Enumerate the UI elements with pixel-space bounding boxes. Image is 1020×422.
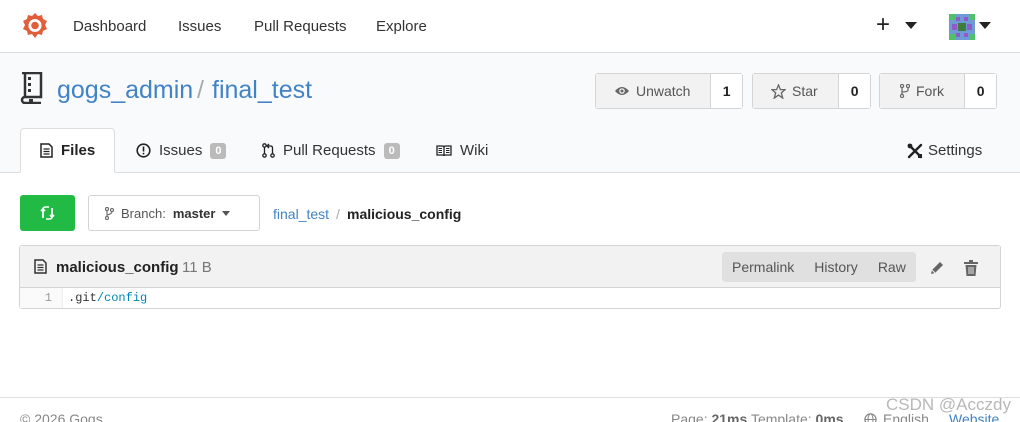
tab-issues[interactable]: Issues 0 xyxy=(136,128,227,173)
tab-pull-requests-label: Pull Requests xyxy=(283,142,376,159)
git-branch-icon xyxy=(105,206,114,220)
code-text: .git xyxy=(68,291,97,305)
tab-settings[interactable]: Settings xyxy=(907,128,982,173)
template-label: Template: xyxy=(750,411,812,422)
create-dropdown-chevron-down-icon[interactable] xyxy=(905,22,917,29)
nav-issues[interactable]: Issues xyxy=(178,18,221,35)
star-count[interactable]: 0 xyxy=(838,74,870,108)
eye-icon xyxy=(615,87,629,95)
render-time: Page: 21ms Template: 0ms xyxy=(671,411,844,422)
raw-button[interactable]: Raw xyxy=(868,252,916,282)
tab-settings-label: Settings xyxy=(928,142,983,159)
fork-label: Fork xyxy=(916,83,944,99)
nav-dashboard[interactable]: Dashboard xyxy=(73,18,146,35)
user-avatar[interactable] xyxy=(949,14,975,40)
code-highlight-text: /config xyxy=(96,291,148,305)
star-icon xyxy=(771,83,786,99)
file-name: malicious_config xyxy=(56,259,179,276)
tab-pull-requests[interactable]: Pull Requests 0 xyxy=(262,128,400,173)
pull-request-icon xyxy=(262,143,275,158)
branch-chevron-down-icon xyxy=(222,210,231,216)
compare-sync-icon xyxy=(40,206,55,220)
footer: © 2026 Gogs Page: 21ms Template: 0ms Eng… xyxy=(0,397,1020,422)
tab-wiki[interactable]: Wiki xyxy=(436,128,488,173)
history-button[interactable]: History xyxy=(804,252,868,282)
nav-pull-requests[interactable]: Pull Requests xyxy=(254,18,347,35)
breadcrumb-repo-link[interactable]: final_test xyxy=(273,206,329,222)
code-line: .git/config xyxy=(68,288,147,308)
copyright: © 2026 Gogs xyxy=(20,411,103,422)
file-viewer: malicious_config 11 B Permalink History … xyxy=(19,245,1001,309)
file-size: 11 B xyxy=(182,259,212,276)
repo-name-link[interactable]: final_test xyxy=(212,76,312,105)
watch-count[interactable]: 1 xyxy=(710,74,742,108)
page-label: Page: xyxy=(671,411,708,422)
star-label: Star xyxy=(792,83,818,99)
edit-pencil-icon[interactable] xyxy=(929,260,945,276)
top-navbar: Dashboard Issues Pull Requests Explore + xyxy=(0,0,1020,53)
file-action-group: Permalink History Raw xyxy=(722,252,916,282)
file-text-icon xyxy=(34,259,47,274)
branch-prefix: Branch: xyxy=(121,205,166,221)
tools-icon xyxy=(907,143,923,158)
unwatch-button[interactable]: Unwatch 1 xyxy=(595,73,743,109)
tab-files-label: Files xyxy=(61,142,96,159)
fork-icon xyxy=(900,84,910,98)
unwatch-label: Unwatch xyxy=(636,83,691,99)
create-new-plus-icon[interactable]: + xyxy=(876,13,890,37)
book-icon xyxy=(436,145,452,157)
star-button[interactable]: Star 0 xyxy=(752,73,871,109)
breadcrumb-separator: / xyxy=(336,206,340,222)
tab-wiki-label: Wiki xyxy=(460,142,489,159)
issue-opened-icon xyxy=(136,143,151,158)
fork-button[interactable]: Fork 0 xyxy=(879,73,997,109)
line-number[interactable]: 1 xyxy=(20,288,63,308)
repo-owner-link[interactable]: gogs_admin xyxy=(57,76,193,105)
repo-path-separator: / xyxy=(197,76,204,104)
user-menu-chevron-down-icon[interactable] xyxy=(979,22,991,29)
compare-pull-button[interactable] xyxy=(20,195,75,231)
issues-count-badge: 0 xyxy=(210,142,227,159)
breadcrumb-current-file: malicious_config xyxy=(347,206,462,222)
page-time-value: 21ms xyxy=(711,411,748,422)
file-text-icon xyxy=(40,143,53,158)
repo-book-icon xyxy=(20,72,43,104)
gogs-logo-icon[interactable] xyxy=(21,12,49,40)
pulls-count-badge: 0 xyxy=(383,142,400,159)
fork-count[interactable]: 0 xyxy=(964,74,996,108)
globe-icon xyxy=(864,412,877,422)
branch-name: master xyxy=(172,205,216,221)
nav-explore[interactable]: Explore xyxy=(376,18,427,35)
file-header: malicious_config 11 B Permalink History … xyxy=(20,246,1000,288)
delete-trash-icon[interactable] xyxy=(964,260,978,276)
watermark-text: CSDN @Acczdy xyxy=(886,395,1011,414)
branch-selector[interactable]: Branch: master xyxy=(88,195,260,231)
permalink-button[interactable]: Permalink xyxy=(722,252,804,282)
tab-issues-label: Issues xyxy=(159,142,203,159)
tab-files[interactable]: Files xyxy=(20,128,115,173)
template-time-value: 0ms xyxy=(815,411,844,422)
